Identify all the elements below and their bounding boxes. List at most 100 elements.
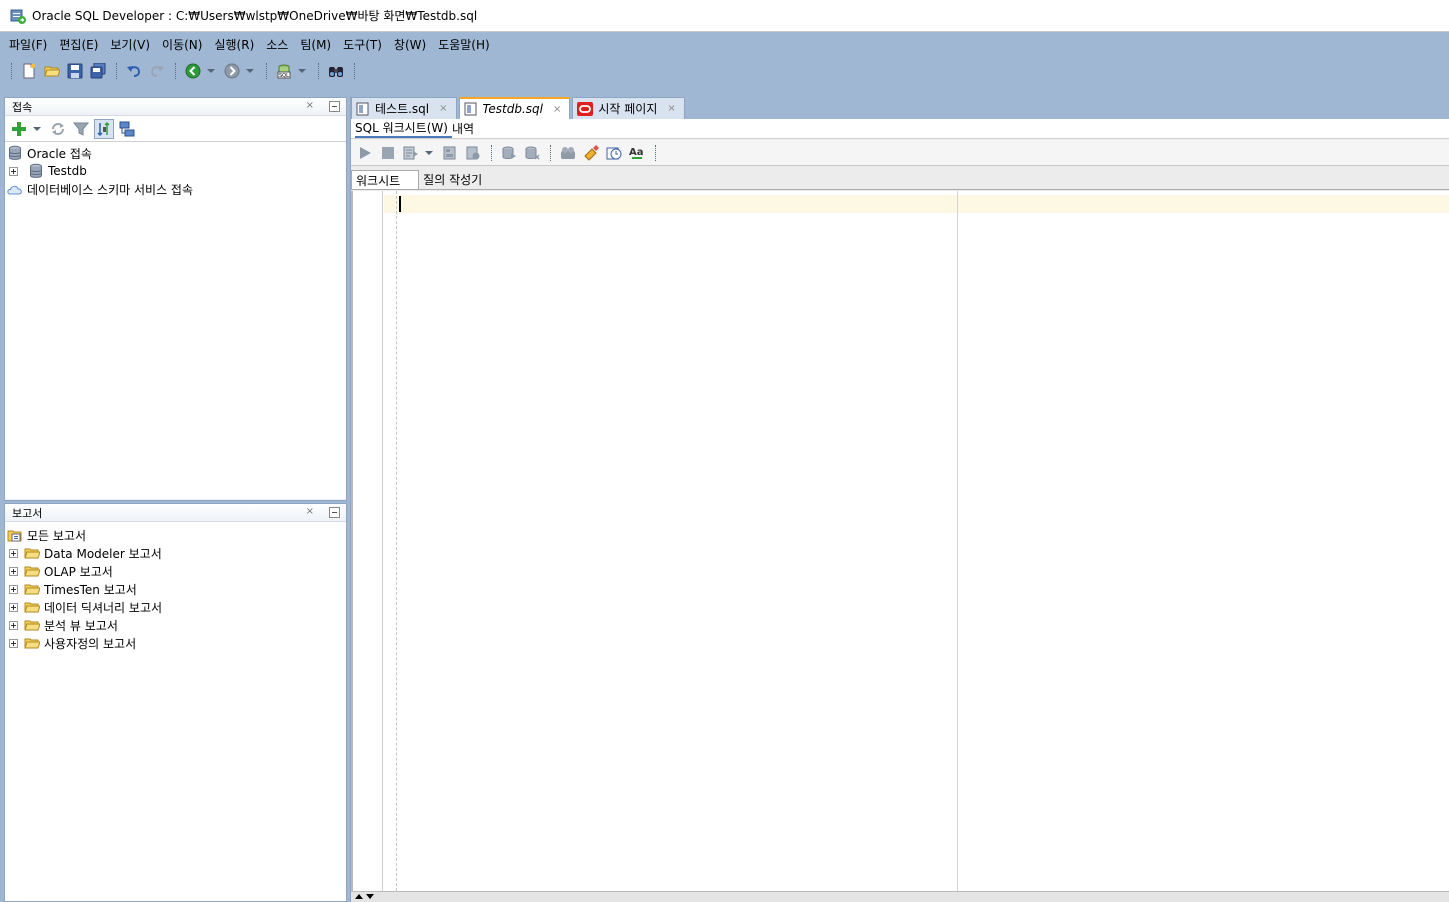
back-dropdown-icon[interactable] (206, 61, 216, 81)
binoculars-icon[interactable] (326, 61, 346, 81)
expand-icon[interactable] (9, 548, 18, 558)
sql-worksheet-icon[interactable]: SQL (274, 61, 294, 81)
tree-item-all-reports[interactable]: 모든 보고서 (5, 526, 346, 544)
autotrace-icon[interactable] (463, 143, 483, 163)
expand-icon[interactable] (9, 166, 18, 176)
connections-tree-icon[interactable] (117, 119, 137, 139)
tree-item-oracle-connections[interactable]: Oracle 접속 (5, 144, 346, 162)
filter-icon[interactable] (71, 119, 91, 139)
tree-item-user-defined-reports[interactable]: 사용자정의 보고서 (5, 634, 346, 652)
menu-team[interactable]: 팀(M) (295, 34, 338, 56)
menu-run[interactable]: 실행(R) (209, 34, 261, 56)
oracle-logo-icon (577, 101, 594, 116)
tree-item-label: 데이터 딕셔너리 보고서 (44, 600, 163, 615)
expand-icon[interactable] (9, 566, 18, 576)
reports-panel-header: 보고서 × (5, 504, 346, 522)
toolbar-separator (655, 144, 658, 161)
menu-bar: 파일(F) 편집(E) 보기(V) 이동(N) 실행(R) 소스 팀(M) 도구… (0, 33, 1449, 57)
redo-icon[interactable] (147, 61, 167, 81)
unshared-sql-worksheet-icon[interactable] (558, 143, 578, 163)
tree-item-data-dictionary-reports[interactable]: 데이터 딕셔너리 보고서 (5, 598, 346, 616)
connections-toolbar (5, 116, 346, 142)
tab-history[interactable]: 내역 (452, 120, 478, 137)
clear-eraser-icon[interactable] (581, 143, 601, 163)
refresh-icon[interactable] (48, 119, 68, 139)
fold-guide (396, 191, 397, 891)
menu-edit[interactable]: 편집(E) (54, 34, 105, 56)
connections-panel-minimize-icon[interactable] (329, 101, 340, 112)
add-connection-dropdown-icon[interactable] (32, 119, 42, 139)
add-connection-icon[interactable] (9, 119, 29, 139)
close-tab-icon[interactable]: × (667, 103, 675, 114)
reports-panel-minimize-icon[interactable] (329, 507, 340, 518)
tree-item-testdb[interactable]: Testdb (5, 162, 346, 180)
menu-tools[interactable]: 도구(T) (338, 34, 389, 56)
schema-browser-icon[interactable] (94, 118, 114, 139)
menu-file[interactable]: 파일(F) (4, 34, 54, 56)
explain-plan-icon[interactable] (440, 143, 460, 163)
folder-icon (24, 548, 40, 559)
title-bar: Oracle SQL Developer : C:₩Users₩wlstp₩On… (0, 0, 1449, 32)
menu-window[interactable]: 창(W) (389, 34, 433, 56)
sql-worksheet-dropdown-icon[interactable] (297, 61, 307, 81)
folder-icon (24, 566, 40, 577)
current-line-highlight (384, 195, 1449, 213)
connections-tree: Oracle 접속 Testdb 데이터베이스 스키마 서비스 접속 (5, 142, 346, 499)
database-icon (30, 163, 42, 178)
folder-icon (24, 584, 40, 595)
rollback-icon[interactable] (522, 143, 542, 163)
reports-tree: 모든 보고서 Data Modeler 보고서 OLAP 보고서 TimesTe… (5, 522, 346, 901)
worksheet-mode-tabs: SQL 워크시트(W) 내역 (351, 119, 1449, 139)
tree-item-label: 데이터베이스 스키마 서비스 접속 (27, 182, 194, 197)
tree-item-timesten-reports[interactable]: TimesTen 보고서 (5, 580, 346, 598)
expand-icon[interactable] (9, 620, 18, 630)
format-case-icon[interactable]: Aa (627, 143, 647, 163)
tab-testdb-sql[interactable]: Testdb.sql × (458, 97, 571, 119)
tab-sql-worksheet[interactable]: SQL 워크시트(W) (355, 119, 452, 138)
close-tab-icon[interactable]: × (553, 104, 561, 115)
expand-up-icon[interactable] (355, 894, 363, 899)
save-icon[interactable] (65, 61, 85, 81)
tree-item-label: 사용자정의 보고서 (44, 636, 137, 651)
forward-dropdown-icon[interactable] (245, 61, 255, 81)
menu-view[interactable]: 보기(V) (105, 34, 157, 56)
menu-navigate[interactable]: 이동(N) (157, 34, 209, 56)
menu-help[interactable]: 도움말(H) (433, 34, 497, 56)
tree-item-olap-reports[interactable]: OLAP 보고서 (5, 562, 346, 580)
sql-history-icon[interactable] (604, 143, 624, 163)
run-statement-icon[interactable] (355, 143, 375, 163)
new-file-icon[interactable] (19, 61, 39, 81)
folder-icon (24, 602, 40, 613)
connections-panel-title: 접속 (12, 100, 33, 114)
tree-item-analytic-view-reports[interactable]: 분석 뷰 보고서 (5, 616, 346, 634)
tree-item-label: 모든 보고서 (27, 528, 87, 543)
commit-icon[interactable] (499, 143, 519, 163)
reports-panel-close-icon[interactable]: × (306, 506, 314, 517)
menu-source[interactable]: 소스 (261, 34, 295, 56)
expand-icon[interactable] (9, 638, 18, 648)
stop-icon[interactable] (378, 143, 398, 163)
tree-item-schema-service[interactable]: 데이터베이스 스키마 서비스 접속 (5, 180, 346, 198)
back-icon[interactable] (183, 61, 203, 81)
tab-query-builder[interactable]: 질의 작성기 (419, 170, 500, 189)
forward-icon[interactable] (222, 61, 242, 81)
open-folder-icon[interactable] (42, 61, 62, 81)
sql-editor[interactable] (351, 191, 1449, 891)
expand-down-icon[interactable] (366, 894, 374, 899)
svg-text:SQL: SQL (279, 73, 289, 79)
worksheet-tabs: 워크시트 질의 작성기 (351, 170, 1449, 190)
connections-panel-close-icon[interactable]: × (306, 100, 314, 111)
tree-item-data-modeler-reports[interactable]: Data Modeler 보고서 (5, 544, 346, 562)
tab-start-page[interactable]: 시작 페이지 × (572, 97, 685, 119)
toolbar-separator (491, 144, 494, 161)
expand-icon[interactable] (9, 602, 18, 612)
expand-icon[interactable] (9, 584, 18, 594)
undo-icon[interactable] (124, 61, 144, 81)
tab-worksheet[interactable]: 워크시트 (351, 170, 420, 189)
close-tab-icon[interactable]: × (439, 103, 447, 114)
split-handle[interactable] (351, 891, 1449, 902)
run-script-dropdown-icon[interactable] (424, 143, 434, 163)
save-all-icon[interactable] (88, 61, 108, 81)
tab-test-sql[interactable]: 테스트.sql × (351, 97, 457, 119)
run-script-icon[interactable] (401, 143, 421, 163)
